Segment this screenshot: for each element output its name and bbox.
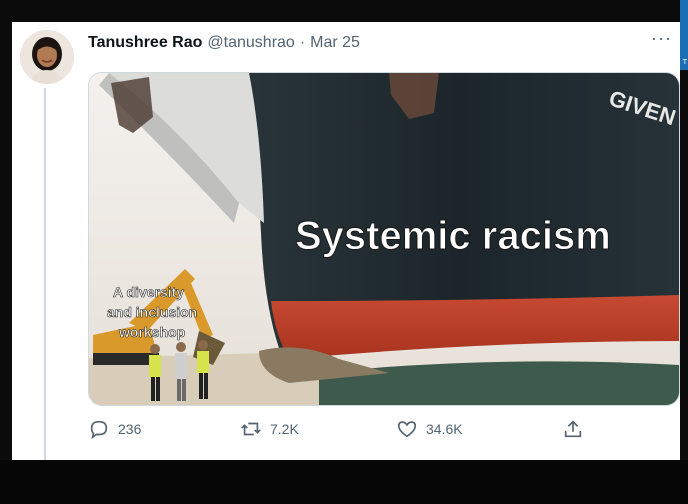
side-tab-glyph: T [682, 58, 687, 66]
excavator-caption-line-3: workshop [118, 324, 185, 340]
video-side-tab: T [680, 0, 688, 70]
like-button[interactable]: 34.6K [396, 418, 463, 440]
reply-button[interactable]: 236 [88, 418, 141, 440]
tweet-media-image[interactable]: GIVEN Systemic racism A diversity and in… [88, 72, 680, 406]
author-handle[interactable]: @tanushrao [207, 34, 294, 52]
heart-icon [397, 421, 417, 438]
tweet-actions: 236 7.2K 34.6K [88, 418, 678, 446]
video-frame-top-bar [0, 0, 688, 22]
reply-count: 236 [118, 421, 142, 437]
reply-icon [90, 420, 108, 440]
tweet-card[interactable]: Tanushree Rao @tanushrao · Mar 25 ··· GI… [12, 22, 680, 460]
header-separator: · [299, 34, 306, 51]
avatar[interactable] [20, 30, 74, 84]
retweet-button[interactable]: 7.2K [240, 418, 299, 440]
more-options-icon[interactable]: ··· [651, 28, 672, 49]
like-count: 34.6K [426, 421, 463, 437]
retweet-count: 7.2K [270, 421, 299, 437]
share-icon [564, 420, 582, 438]
avatar-portrait-icon [20, 30, 74, 84]
video-frame-bottom-bar [0, 460, 688, 504]
tweet-header: Tanushree Rao @tanushrao · Mar 25 [88, 32, 360, 54]
excavator-caption-line-1: A diversity [113, 284, 184, 300]
excavator-caption-line-2: and inclusion [107, 304, 197, 320]
meme-image: GIVEN Systemic racism A diversity and in… [89, 73, 679, 405]
author-name[interactable]: Tanushree Rao [88, 34, 202, 52]
ship-caption: Systemic racism [295, 214, 611, 258]
share-button[interactable] [562, 418, 584, 440]
thread-line [44, 88, 46, 460]
retweet-icon [241, 422, 261, 436]
tweet-date[interactable]: Mar 25 [310, 34, 360, 52]
